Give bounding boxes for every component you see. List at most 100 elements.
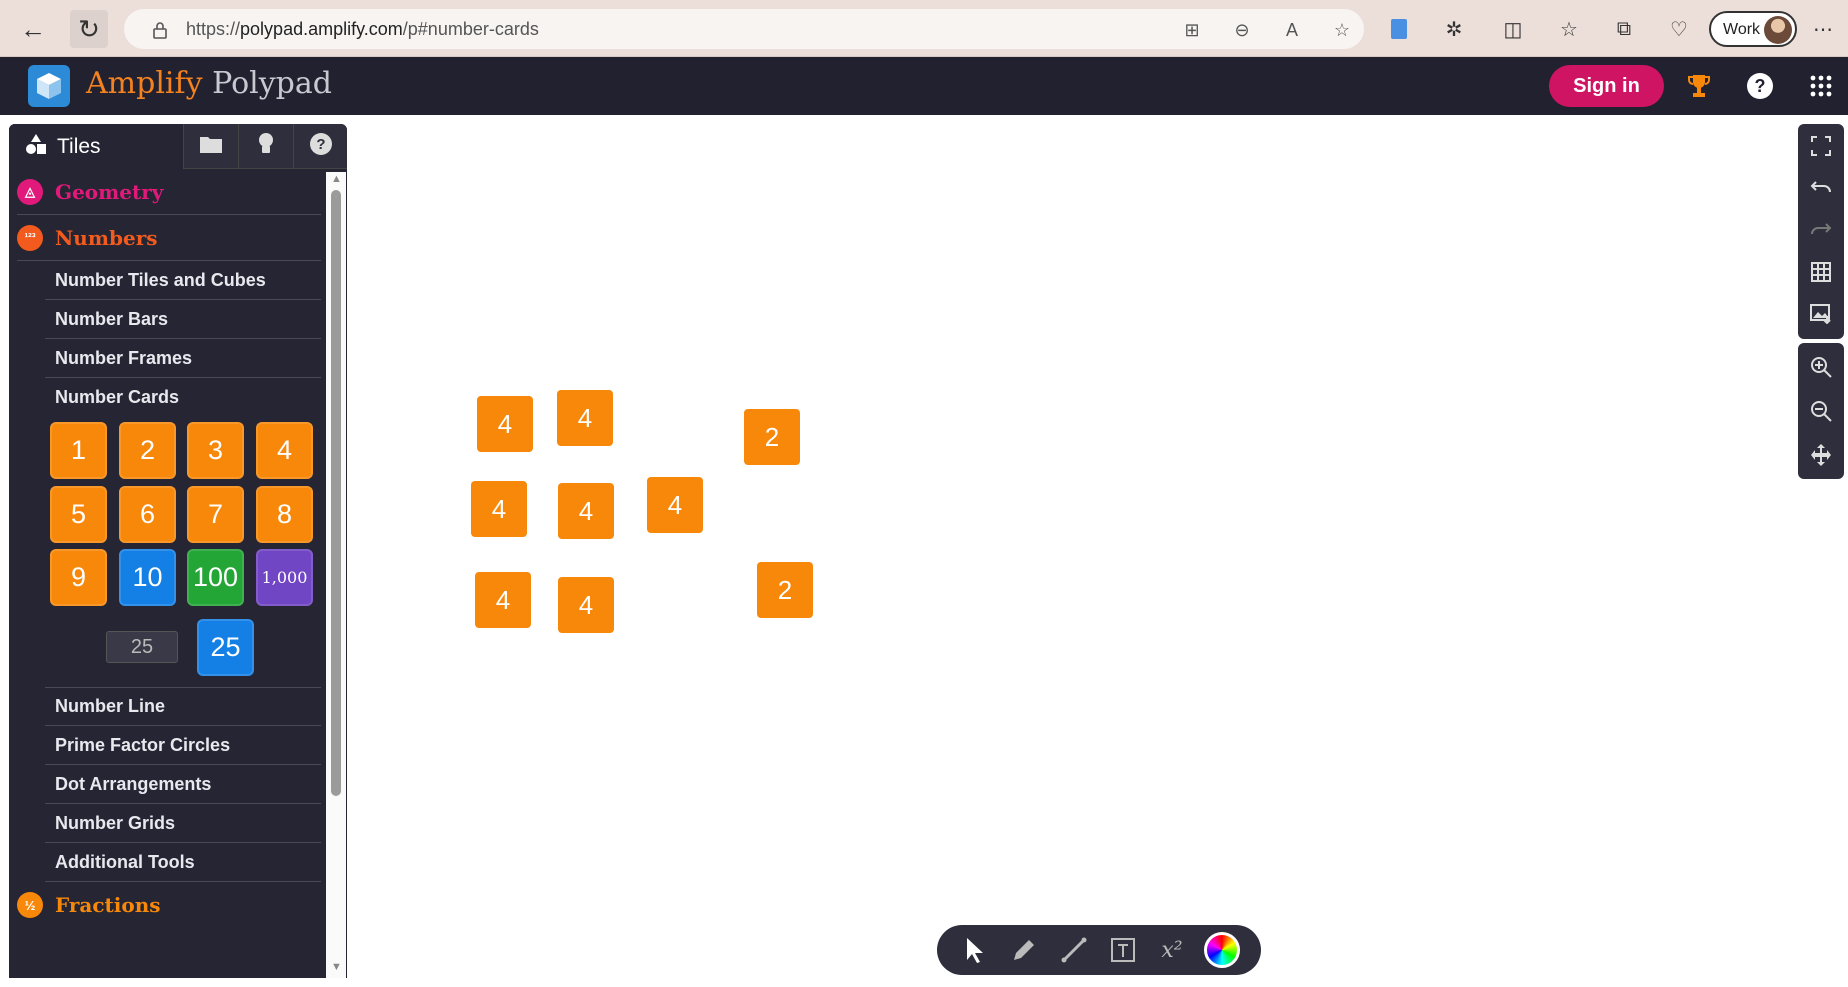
- sign-in-button[interactable]: Sign in: [1549, 65, 1664, 107]
- more-options-icon[interactable]: ⋯: [1810, 16, 1836, 42]
- fractions-icon: ½: [17, 892, 43, 918]
- redo-icon[interactable]: [1798, 208, 1844, 252]
- pan-icon[interactable]: [1798, 433, 1844, 477]
- category-label: Numbers: [55, 225, 158, 250]
- number-card-100[interactable]: 100: [187, 549, 244, 606]
- zoom-toolbar: [1798, 343, 1844, 479]
- number-card-2[interactable]: 2: [119, 422, 176, 479]
- collections-icon[interactable]: ⧉: [1611, 16, 1637, 42]
- number-card-9[interactable]: 9: [50, 549, 107, 606]
- undo-icon[interactable]: [1798, 166, 1844, 210]
- svg-text:?: ?: [316, 136, 325, 153]
- grid-icon[interactable]: [1798, 250, 1844, 294]
- category-numbers[interactable]: ¹²³ Numbers: [17, 215, 321, 261]
- canvas-number-card[interactable]: 4: [471, 481, 527, 537]
- sidebar-item-additional-tools[interactable]: Additional Tools: [45, 843, 321, 882]
- number-card-1[interactable]: 1: [50, 422, 107, 479]
- number-card-1000[interactable]: 1,000: [256, 549, 313, 606]
- canvas-number-card[interactable]: 4: [477, 396, 533, 452]
- lock-icon[interactable]: [148, 18, 172, 42]
- number-card-3[interactable]: 3: [187, 422, 244, 479]
- equation-icon[interactable]: x²: [1152, 930, 1192, 970]
- tiles-sidebar: Tiles ? ◬ Geometry ¹²³ Numbers Number Ti…: [9, 124, 347, 978]
- tab-help[interactable]: ?: [293, 124, 347, 169]
- folder-icon: [199, 134, 223, 160]
- canvas-view-toolbar: [1798, 124, 1844, 339]
- text-icon[interactable]: [1103, 930, 1143, 970]
- polypad-logo-icon[interactable]: [28, 65, 70, 107]
- sidebar-item-number-tiles[interactable]: Number Tiles and Cubes: [45, 261, 321, 300]
- number-card-8[interactable]: 8: [256, 486, 313, 543]
- category-geometry[interactable]: ◬ Geometry: [17, 169, 321, 215]
- scroll-down-icon[interactable]: ▼: [331, 962, 342, 973]
- fullscreen-icon[interactable]: [1798, 124, 1844, 168]
- sidebar-item-number-bars[interactable]: Number Bars: [45, 300, 321, 339]
- scroll-up-icon[interactable]: ▲: [331, 174, 342, 185]
- number-card-6[interactable]: 6: [119, 486, 176, 543]
- tab-ideas[interactable]: [238, 124, 293, 169]
- zoom-out-icon[interactable]: [1798, 389, 1844, 433]
- sidebar-item-number-grids[interactable]: Number Grids: [45, 804, 321, 843]
- number-card-5[interactable]: 5: [50, 486, 107, 543]
- scrollbar-thumb[interactable]: [331, 190, 341, 796]
- zoom-in-icon[interactable]: [1798, 345, 1844, 389]
- pen-icon[interactable]: [1004, 930, 1044, 970]
- favorite-star-icon[interactable]: ☆: [1330, 18, 1354, 42]
- select-icon[interactable]: [955, 930, 995, 970]
- canvas-number-card[interactable]: 4: [558, 577, 614, 633]
- sidebar-item-prime-factor-circles[interactable]: Prime Factor Circles: [45, 726, 321, 765]
- tab-tiles[interactable]: Tiles: [9, 124, 183, 169]
- canvas-number-card[interactable]: 2: [744, 409, 800, 465]
- number-card-4[interactable]: 4: [256, 422, 313, 479]
- apps-grid-icon[interactable]: [1804, 69, 1838, 103]
- page-root: ← ↻ https://polypad.amplify.com/p#number…: [0, 0, 1848, 987]
- browser-essentials-icon[interactable]: ♡: [1666, 16, 1692, 42]
- extensions-icon[interactable]: ✲: [1441, 16, 1467, 42]
- canvas-number-card[interactable]: 4: [558, 483, 614, 539]
- favorites-icon[interactable]: ☆: [1556, 16, 1582, 42]
- sidebar-item-number-frames[interactable]: Number Frames: [45, 339, 321, 378]
- shapes-icon: [25, 133, 47, 160]
- extension-page-icon[interactable]: [1386, 16, 1412, 42]
- numbers-icon: ¹²³: [17, 224, 43, 251]
- line-icon[interactable]: [1054, 930, 1094, 970]
- sidebar-tabs: Tiles ?: [9, 124, 347, 169]
- canvas-number-card[interactable]: 4: [557, 390, 613, 446]
- canvas-number-card[interactable]: 2: [757, 562, 813, 618]
- address-bar[interactable]: https://polypad.amplify.com/p#number-car…: [124, 9, 1364, 49]
- drawing-toolbar: x²: [937, 925, 1261, 975]
- read-aloud-icon[interactable]: A: [1280, 18, 1304, 42]
- back-icon[interactable]: ←: [14, 10, 52, 48]
- help-icon[interactable]: ?: [1743, 69, 1777, 103]
- split-screen-icon[interactable]: ◫: [1500, 16, 1526, 42]
- custom-number-input[interactable]: 25: [106, 631, 178, 663]
- sidebar-item-number-cards[interactable]: Number Cards: [45, 378, 321, 417]
- canvas-number-card[interactable]: 4: [647, 477, 703, 533]
- sidebar-scrollbar[interactable]: ▲ ▼: [326, 172, 346, 978]
- avatar: [1764, 16, 1792, 44]
- app-header: Amplify Polypad Sign in ?: [0, 57, 1848, 115]
- trophy-icon[interactable]: [1682, 69, 1716, 103]
- canvas-number-card[interactable]: 4: [475, 572, 531, 628]
- number-card-10[interactable]: 10: [119, 549, 176, 606]
- brand-title[interactable]: Amplify Polypad: [86, 66, 332, 101]
- category-label: Geometry: [55, 179, 164, 204]
- reload-icon[interactable]: ↻: [70, 10, 108, 48]
- svg-text:?: ?: [1755, 76, 1766, 96]
- profile-button[interactable]: Work: [1709, 11, 1797, 47]
- sidebar-item-number-line[interactable]: Number Line: [45, 687, 321, 726]
- lightbulb-icon: [257, 132, 275, 162]
- geometry-icon: ◬: [17, 178, 43, 205]
- app-available-icon[interactable]: ⊞: [1180, 18, 1204, 42]
- zoom-icon[interactable]: ⊖: [1230, 18, 1254, 42]
- sidebar-item-dot-arrangements[interactable]: Dot Arrangements: [45, 765, 321, 804]
- color-picker-icon[interactable]: [1204, 932, 1240, 968]
- category-fractions[interactable]: ½ Fractions: [17, 882, 321, 928]
- sidebar-tile-list: ◬ Geometry ¹²³ Numbers Number Tiles and …: [9, 169, 329, 978]
- export-image-icon[interactable]: [1798, 292, 1844, 336]
- help-icon: ?: [309, 132, 333, 162]
- number-card-custom[interactable]: 25: [197, 619, 254, 676]
- number-card-7[interactable]: 7: [187, 486, 244, 543]
- url-text[interactable]: https://polypad.amplify.com/p#number-car…: [186, 19, 539, 40]
- tab-folder[interactable]: [183, 124, 238, 169]
